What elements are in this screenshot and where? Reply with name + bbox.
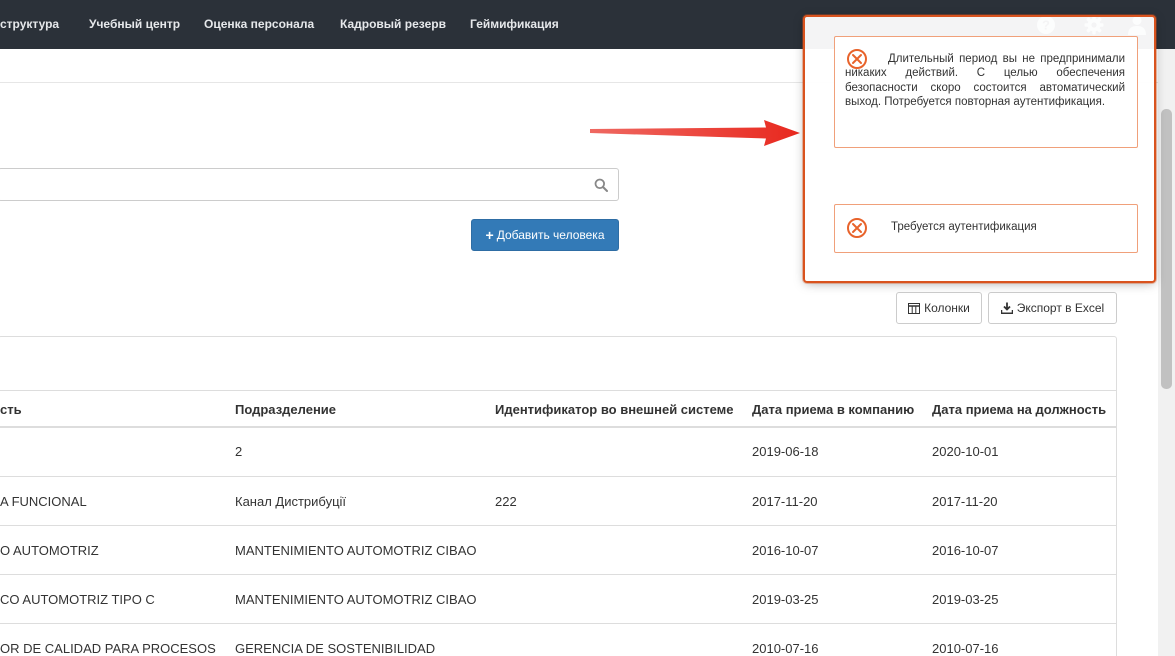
cell-hire-date-position: 2017-11-20 xyxy=(932,494,998,509)
download-icon xyxy=(1000,302,1013,314)
annotation-arrow-icon xyxy=(590,120,800,146)
plus-icon: + xyxy=(485,227,494,243)
columns-button[interactable]: Колонки xyxy=(896,292,982,324)
cell-department: 2 xyxy=(235,444,243,459)
column-header-external-id[interactable]: Идентификатор во внешней системе xyxy=(495,402,734,417)
auth-required-message: Требуется аутентификация xyxy=(891,221,1037,233)
column-header-department[interactable]: Подразделение xyxy=(235,402,336,417)
search-icon[interactable] xyxy=(594,178,608,192)
columns-label: Колонки xyxy=(924,301,970,315)
row-divider xyxy=(0,623,1117,624)
scrollbar-thumb[interactable] xyxy=(1161,109,1172,389)
cell-department: Канал Дистрибуції xyxy=(235,494,347,509)
add-person-label: Добавить человека xyxy=(496,228,605,242)
add-person-button[interactable]: + Добавить человека xyxy=(471,219,619,251)
cell-hire-date-company: 2019-03-25 xyxy=(752,592,819,607)
cell-hire-date-company: 2019-06-18 xyxy=(752,444,819,459)
cell-hire-date-company: 2016-10-07 xyxy=(752,543,819,558)
export-excel-label: Экспорт в Excel xyxy=(1016,301,1105,315)
error-circle-icon xyxy=(847,218,867,238)
column-header-hire-date-position[interactable]: Дата приема на должность xyxy=(932,402,1106,417)
search-box[interactable] xyxy=(0,168,619,201)
cell-position: CO AUTOMOTRIZ TIPO C xyxy=(0,592,155,607)
cell-department: MANTENIMIENTO AUTOMOTRIZ CIBAO xyxy=(235,592,477,607)
cell-department: MANTENIMIENTO AUTOMOTRIZ CIBAO xyxy=(235,543,477,558)
cell-hire-date-position: 2020-10-01 xyxy=(932,444,999,459)
nav-item-structure[interactable]: структура xyxy=(0,17,59,31)
cell-hire-date-position: 2016-10-07 xyxy=(932,543,999,558)
cell-external-id: 222 xyxy=(495,494,517,509)
cell-department: GERENCIA DE SOSTENIBILIDAD xyxy=(235,641,436,656)
nav-item-talent-pool[interactable]: Кадровый резерв xyxy=(340,17,446,31)
nav-item-personnel-assessment[interactable]: Оценка персонала xyxy=(204,17,314,31)
nav-item-training-center[interactable]: Учебный центр xyxy=(89,17,180,31)
cell-hire-date-company: 2017-11-20 xyxy=(752,494,818,509)
session-timeout-message: Длительный период вы не предпринимали ни… xyxy=(845,53,1125,109)
row-divider xyxy=(0,574,1117,575)
auth-required-toast[interactable]: Требуется аутентификация xyxy=(834,204,1138,253)
cell-hire-date-company: 2010-07-16 xyxy=(752,641,819,656)
cell-hire-date-position: 2010-07-16 xyxy=(932,641,999,656)
row-divider xyxy=(0,476,1117,477)
session-timeout-toast[interactable]: Длительный период вы не предпринимали ни… xyxy=(834,36,1138,148)
export-excel-button[interactable]: Экспорт в Excel xyxy=(988,292,1117,324)
search-input[interactable] xyxy=(5,175,585,195)
cell-position: O AUTOMOTRIZ xyxy=(0,543,99,558)
cell-position: OR DE CALIDAD PARA PROCESOS xyxy=(0,641,216,656)
column-header-position[interactable]: сть xyxy=(0,402,22,417)
columns-icon xyxy=(908,302,921,314)
cell-position: A FUNCIONAL xyxy=(0,494,87,509)
cell-hire-date-position: 2019-03-25 xyxy=(932,592,999,607)
column-header-hire-date-company[interactable]: Дата приема в компанию xyxy=(752,402,914,417)
row-divider xyxy=(0,525,1117,526)
page-scrollbar[interactable] xyxy=(1158,49,1175,656)
nav-item-gamification[interactable]: Геймификация xyxy=(470,17,559,31)
